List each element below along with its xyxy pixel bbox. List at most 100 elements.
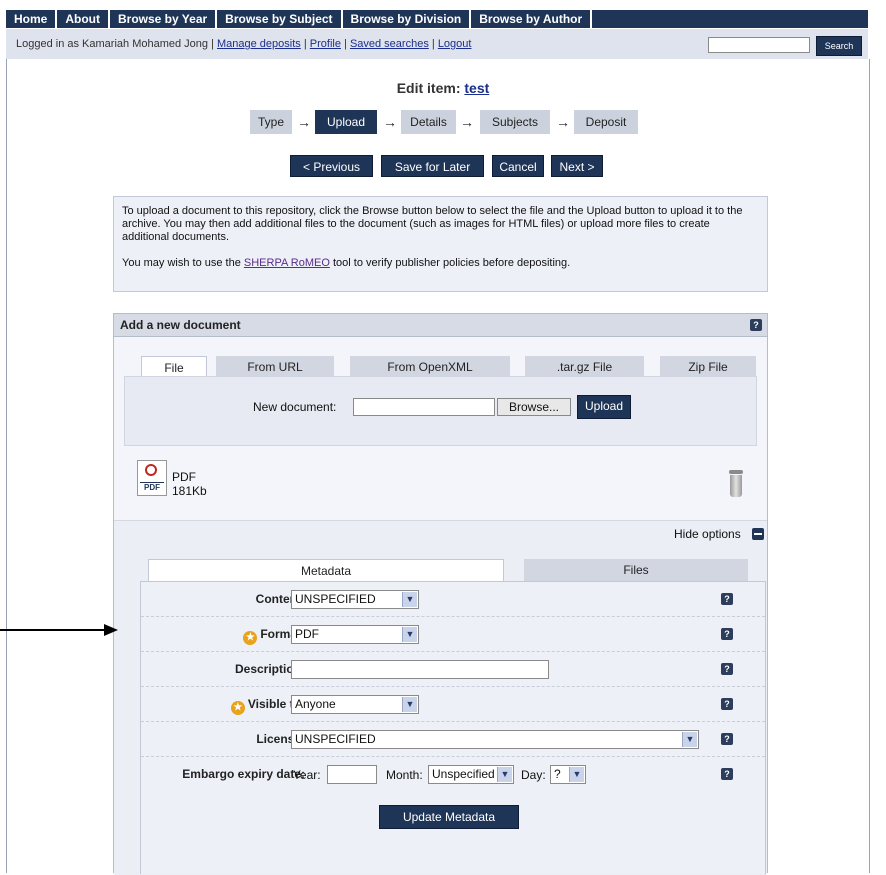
embargo-month-select[interactable]: Unspecified ▼ (428, 765, 514, 784)
content-value: UNSPECIFIED (295, 592, 376, 606)
arrow-icon: → (460, 114, 474, 130)
day-value: ? (554, 767, 561, 781)
tab-from-url[interactable]: From URL (216, 356, 334, 378)
month-value: Unspecified (432, 767, 495, 781)
save-for-later-button[interactable]: Save for Later (381, 155, 484, 177)
visible-to-value: Anyone (295, 697, 336, 711)
help-icon[interactable]: ? (721, 663, 733, 675)
cancel-button[interactable]: Cancel (492, 155, 544, 177)
sherpa-romeo-link[interactable]: SHERPA RoMEO (244, 257, 330, 269)
embargo-label: Embargo expiry date: (182, 767, 305, 781)
logout-link[interactable]: Logout (438, 38, 472, 50)
required-star-icon: ★ (243, 631, 258, 645)
chevron-down-icon: ▼ (497, 767, 512, 782)
stage-details[interactable]: Details (401, 110, 456, 134)
stage-type[interactable]: Type (250, 110, 292, 134)
collapse-icon[interactable] (752, 528, 764, 540)
upload-area: New document: Browse... Upload (124, 376, 757, 446)
visible-to-select[interactable]: Anyone ▼ (291, 695, 419, 714)
year-label: Year: (293, 768, 321, 782)
day-label: Day: (521, 768, 546, 782)
help-icon[interactable]: ? (721, 698, 733, 710)
main-nav-bar: Home About Browse by Year Browse by Subj… (6, 10, 868, 28)
description-input[interactable] (291, 660, 549, 679)
browse-button[interactable]: Browse... (497, 398, 571, 416)
content-select[interactable]: UNSPECIFIED ▼ (291, 590, 419, 609)
manage-deposits-link[interactable]: Manage deposits (217, 38, 301, 50)
help-icon[interactable]: ? (721, 768, 733, 780)
stage-subjects[interactable]: Subjects (480, 110, 550, 134)
sherpa-paragraph: You may wish to use the SHERPA RoMEO too… (122, 257, 759, 270)
description-row: Description: ? (141, 652, 765, 687)
visible-to-row: ★ Visible to: Anyone ▼ ? (141, 687, 765, 722)
chevron-down-icon: ▼ (402, 592, 417, 607)
format-row: ★ Format: PDF ▼ ? (141, 617, 765, 652)
add-document-title: Add a new document (120, 318, 241, 332)
saved-searches-link[interactable]: Saved searches (350, 38, 429, 50)
license-value: UNSPECIFIED (295, 732, 376, 746)
tab-from-openxml[interactable]: From OpenXML (350, 356, 510, 378)
nav-browse-by-author[interactable]: Browse by Author (471, 10, 593, 28)
license-select[interactable]: UNSPECIFIED ▼ (291, 730, 699, 749)
nav-home[interactable]: Home (6, 10, 58, 28)
chevron-down-icon: ▼ (682, 732, 697, 747)
add-document-header: Add a new document ? (114, 314, 767, 337)
search-button[interactable]: Search (816, 36, 862, 56)
help-icon[interactable]: ? (721, 593, 733, 605)
license-row: License: UNSPECIFIED ▼ ? (141, 722, 765, 757)
pdf-file-icon: PDF (137, 460, 167, 496)
chevron-down-icon: ▼ (402, 697, 417, 712)
stage-upload[interactable]: Upload (315, 110, 377, 134)
format-value: PDF (295, 627, 319, 641)
format-select[interactable]: PDF ▼ (291, 625, 419, 644)
annotation-arrow-icon (0, 624, 118, 636)
arrow-icon: → (383, 114, 397, 130)
add-document-panel: Add a new document ? File From URL From … (113, 313, 768, 875)
content-row: Content: UNSPECIFIED ▼ ? (141, 582, 765, 617)
help-icon[interactable]: ? (750, 319, 762, 331)
login-status: Logged in as Kamariah Mohamed Jong | Man… (16, 38, 472, 50)
arrow-icon: → (556, 114, 570, 130)
chevron-down-icon: ▼ (402, 627, 417, 642)
help-icon[interactable]: ? (721, 733, 733, 745)
sherpa-text-before: You may wish to use the (122, 257, 241, 269)
upload-instructions: To upload a document to this repository,… (113, 196, 768, 292)
next-button[interactable]: Next > (551, 155, 603, 177)
month-label: Month: (386, 768, 423, 782)
sherpa-text-after: tool to verify publisher policies before… (332, 257, 571, 269)
login-bar: Logged in as Kamariah Mohamed Jong | Man… (6, 29, 868, 60)
search-input[interactable] (708, 37, 810, 53)
instructions-paragraph: To upload a document to this repository,… (122, 205, 743, 243)
new-document-label: New document: (253, 400, 337, 414)
login-text: Logged in as Kamariah Mohamed Jong | (16, 38, 214, 50)
hide-options-label[interactable]: Hide options (674, 527, 741, 541)
help-icon[interactable]: ? (721, 628, 733, 640)
arrow-icon: → (297, 114, 311, 130)
nav-browse-by-subject[interactable]: Browse by Subject (217, 10, 343, 28)
nav-browse-by-year[interactable]: Browse by Year (110, 10, 218, 28)
embargo-day-select[interactable]: ? ▼ (550, 765, 586, 784)
tab-tar-gz-file[interactable]: .tar.gz File (525, 356, 644, 378)
upload-button[interactable]: Upload (577, 395, 631, 419)
delete-icon[interactable] (728, 470, 744, 498)
edit-title-prefix: Edit item: (396, 80, 461, 96)
required-star-icon: ★ (230, 701, 245, 715)
profile-link[interactable]: Profile (310, 38, 341, 50)
tab-metadata[interactable]: Metadata (148, 559, 504, 582)
previous-button[interactable]: < Previous (290, 155, 373, 177)
tab-files[interactable]: Files (524, 559, 748, 581)
update-metadata-button[interactable]: Update Metadata (379, 805, 519, 829)
new-document-file-input[interactable] (353, 398, 495, 416)
nav-browse-by-division[interactable]: Browse by Division (343, 10, 472, 28)
nav-about[interactable]: About (57, 10, 110, 28)
uploaded-file-row: PDF PDF 181Kb (114, 456, 767, 520)
embargo-row: Embargo expiry date: Year: Month: Unspec… (141, 757, 765, 791)
item-name-link[interactable]: test (464, 80, 489, 96)
page-title: Edit item: test (0, 80, 886, 96)
chevron-down-icon: ▼ (569, 767, 584, 782)
metadata-form: Content: UNSPECIFIED ▼ ? ★ Format: PDF ▼ … (140, 581, 766, 874)
file-size: 181Kb (172, 484, 207, 498)
tab-zip-file[interactable]: Zip File (660, 356, 756, 378)
stage-deposit[interactable]: Deposit (574, 110, 638, 134)
embargo-year-input[interactable] (327, 765, 377, 784)
